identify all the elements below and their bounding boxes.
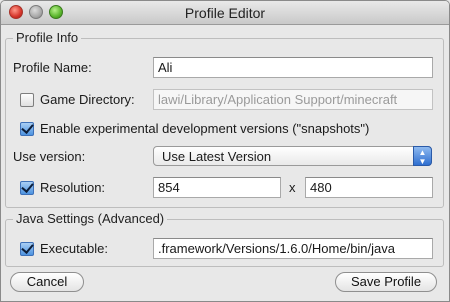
resolution-separator: x	[289, 180, 296, 195]
use-version-select[interactable]: Use Latest Version ▲ ▼	[153, 146, 432, 166]
executable-input[interactable]: .framework/Versions/1.6.0/Home/bin/java	[153, 238, 433, 259]
title-bar: Profile Editor	[1, 1, 449, 25]
snapshots-label: Enable experimental development versions…	[40, 121, 370, 136]
window-title: Profile Editor	[184, 5, 266, 21]
profile-name-input[interactable]: Ali	[153, 57, 433, 78]
executable-label: Executable:	[40, 241, 108, 256]
game-directory-checkbox[interactable]	[20, 93, 34, 107]
cancel-button[interactable]: Cancel	[10, 272, 84, 292]
resolution-width-input[interactable]: 854	[153, 177, 281, 198]
profile-editor-window: Profile Editor Profile Info Profile Name…	[0, 0, 450, 302]
profile-name-label: Profile Name:	[13, 60, 92, 75]
resolution-checkbox[interactable]	[20, 181, 34, 195]
game-directory-input[interactable]: lawi/Library/Application Support/minecra…	[153, 89, 433, 110]
snapshots-checkbox[interactable]	[20, 122, 34, 136]
profile-info-title: Profile Info	[13, 30, 82, 45]
use-version-value: Use Latest Version	[162, 149, 272, 164]
chevron-up-down-icon: ▲ ▼	[413, 146, 432, 166]
java-settings-title: Java Settings (Advanced)	[13, 211, 168, 226]
use-version-label: Use version:	[13, 149, 86, 164]
executable-checkbox[interactable]	[20, 242, 34, 256]
resolution-height-input[interactable]: 480	[305, 177, 433, 198]
game-directory-label: Game Directory:	[40, 92, 135, 107]
save-profile-button[interactable]: Save Profile	[335, 272, 437, 292]
resolution-label: Resolution:	[40, 180, 106, 195]
